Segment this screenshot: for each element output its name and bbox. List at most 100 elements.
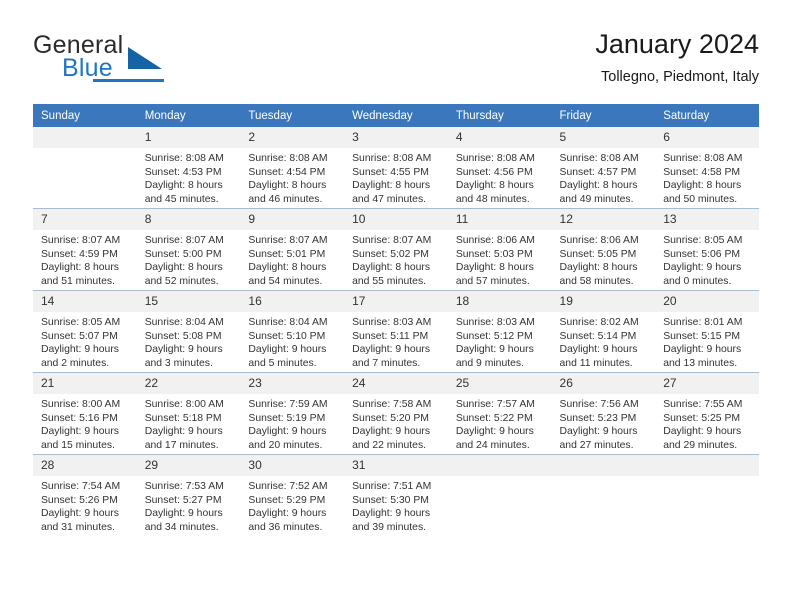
calendar-day-cell[interactable]: 27 Sunrise: 7:55 AM Sunset: 5:25 PM Dayligh… [655, 372, 759, 455]
calendar-day-cell[interactable]: 9 Sunrise: 8:07 AM Sunset: 5:01 PM Daylight… [240, 208, 345, 291]
sunset-text: Sunset: 4:55 PM [352, 166, 429, 178]
sunset-text: Sunset: 5:27 PM [144, 494, 222, 506]
calendar-day-cell[interactable]: 8 Sunrise: 8:07 AM Sunset: 5:00 PM Daylight… [136, 208, 241, 291]
sunset-text: Sunset: 5:22 PM [455, 412, 533, 424]
calendar-day-cell[interactable]: 1 Sunrise: 8:08 AM Sunset: 4:53 PM Daylight… [136, 127, 241, 209]
daylight-text: and 22 minutes. [352, 439, 427, 451]
daylight-text: and 47 minutes. [352, 193, 427, 205]
calendar-day-cell[interactable]: 11 Sunrise: 8:06 AM Sunset: 5:03 PM Dayligh… [447, 208, 552, 291]
daylight-text: Daylight: 9 hours [248, 426, 327, 438]
sunrise-text: Sunrise: 8:05 AM [663, 235, 743, 246]
daylight-text: and 13 minutes. [663, 357, 738, 369]
daylight-text: Daylight: 9 hours [248, 344, 327, 356]
calendar-day-cell[interactable]: 20 Sunrise: 8:01 AM Sunset: 5:15 PM Dayligh… [655, 290, 759, 373]
calendar-day-cell[interactable]: 25 Sunrise: 7:57 AM Sunset: 5:22 PM Dayligh… [447, 372, 552, 455]
daylight-text: and 55 minutes. [352, 275, 427, 287]
calendar-day-cell[interactable]: 19 Sunrise: 8:02 AM Sunset: 5:14 PM Dayligh… [551, 290, 656, 373]
daylight-text: and 9 minutes. [455, 357, 524, 369]
sunset-text: Sunset: 5:00 PM [144, 248, 222, 260]
sunrise-text: Sunrise: 7:51 AM [352, 481, 432, 492]
calendar-day-cell[interactable]: 24 Sunrise: 7:58 AM Sunset: 5:20 PM Dayligh… [344, 372, 448, 455]
daylight-text: Daylight: 9 hours [144, 344, 223, 356]
day-number: 29 [136, 455, 241, 476]
daylight-text: and 49 minutes. [559, 193, 634, 205]
daylight-text: Daylight: 9 hours [559, 426, 638, 438]
day-number: 27 [655, 373, 759, 394]
day-details: Sunrise: 7:53 AM Sunset: 5:27 PM Daylight:… [137, 476, 241, 534]
sunset-text: Sunset: 5:02 PM [352, 248, 429, 260]
calendar-day-cell[interactable]: 12 Sunrise: 8:06 AM Sunset: 5:05 PM Dayligh… [551, 208, 656, 291]
sunrise-text: Sunrise: 8:00 AM [41, 399, 121, 410]
daylight-text: and 50 minutes. [663, 193, 738, 205]
sunrise-sunset-calendar: Sunday Monday Tuesday Wednesday Thursday… [33, 104, 759, 536]
calendar-day-cell[interactable]: 29 Sunrise: 7:53 AM Sunset: 5:27 PM Dayligh… [136, 454, 241, 536]
calendar-day-cell[interactable]: 31 Sunrise: 7:51 AM Sunset: 5:30 PM Dayligh… [344, 454, 448, 536]
calendar-header-row: Sunday Monday Tuesday Wednesday Thursday… [33, 104, 759, 127]
calendar-day-cell[interactable]: 14 Sunrise: 8:05 AM Sunset: 5:07 PM Dayligh… [33, 290, 137, 373]
calendar-day-cell[interactable]: 23 Sunrise: 7:59 AM Sunset: 5:19 PM Dayligh… [240, 372, 345, 455]
calendar-day-cell[interactable]: 18 Sunrise: 8:03 AM Sunset: 5:12 PM Dayligh… [447, 290, 552, 373]
day-number: 19 [551, 291, 656, 312]
calendar-day-cell[interactable]: 22 Sunrise: 8:00 AM Sunset: 5:18 PM Dayligh… [136, 372, 241, 455]
sunset-text: Sunset: 4:58 PM [663, 166, 741, 178]
calendar-week-row: 14 Sunrise: 8:05 AM Sunset: 5:07 PM Dayligh… [33, 290, 759, 373]
calendar-day-cell[interactable]: 4 Sunrise: 8:08 AM Sunset: 4:56 PM Daylight… [447, 127, 552, 209]
day-number: 21 [33, 373, 137, 394]
day-details: Sunrise: 8:02 AM Sunset: 5:14 PM Daylight:… [552, 312, 656, 370]
day-number: 10 [344, 209, 448, 230]
calendar-day-cell-empty [655, 454, 759, 536]
calendar-day-cell[interactable]: 30 Sunrise: 7:52 AM Sunset: 5:29 PM Dayligh… [240, 454, 345, 536]
sunrise-text: Sunrise: 8:08 AM [455, 153, 535, 164]
calendar-day-cell[interactable]: 6 Sunrise: 8:08 AM Sunset: 4:58 PM Daylight… [655, 127, 759, 209]
calendar-day-cell[interactable]: 13 Sunrise: 8:05 AM Sunset: 5:06 PM Dayligh… [655, 208, 759, 291]
calendar-day-cell[interactable]: 15 Sunrise: 8:04 AM Sunset: 5:08 PM Dayligh… [136, 290, 241, 373]
sunset-text: Sunset: 5:08 PM [144, 330, 222, 342]
sunset-text: Sunset: 5:16 PM [41, 412, 118, 424]
sunset-text: Sunset: 5:25 PM [663, 412, 741, 424]
logo-text-blue: Blue [62, 54, 113, 82]
day-number: 8 [136, 209, 241, 230]
day-number: 31 [344, 455, 448, 476]
calendar-day-cell[interactable]: 21 Sunrise: 8:00 AM Sunset: 5:16 PM Dayligh… [33, 372, 137, 455]
daylight-text: and 11 minutes. [559, 357, 633, 369]
calendar-day-cell[interactable]: 5 Sunrise: 8:08 AM Sunset: 4:57 PM Daylight… [551, 127, 656, 209]
daylight-text: Daylight: 8 hours [144, 262, 223, 274]
page-title: January 2024 [595, 29, 759, 59]
day-details: Sunrise: 8:07 AM Sunset: 4:59 PM Daylight:… [33, 230, 137, 288]
calendar-day-cell[interactable]: 28 Sunrise: 7:54 AM Sunset: 5:26 PM Dayligh… [33, 454, 137, 536]
calendar-day-cell[interactable]: 10 Sunrise: 8:07 AM Sunset: 5:02 PM Dayligh… [344, 208, 448, 291]
day-details: Sunrise: 7:55 AM Sunset: 5:25 PM Daylight:… [655, 394, 759, 452]
day-details: Sunrise: 8:08 AM Sunset: 4:56 PM Daylight:… [448, 148, 552, 206]
calendar-week-row: 7 Sunrise: 8:07 AM Sunset: 4:59 PM Daylight… [33, 208, 759, 291]
day-number: 11 [447, 209, 552, 230]
daylight-text: Daylight: 9 hours [248, 508, 327, 520]
calendar-day-cell[interactable]: 26 Sunrise: 7:56 AM Sunset: 5:23 PM Dayligh… [551, 372, 656, 455]
weekday-header-wednesday: Wednesday [344, 104, 448, 127]
daylight-text: Daylight: 8 hours [559, 262, 638, 274]
weekday-header-tuesday: Tuesday [240, 104, 345, 127]
sunrise-text: Sunrise: 8:08 AM [559, 153, 639, 164]
day-details: Sunrise: 8:08 AM Sunset: 4:55 PM Daylight:… [344, 148, 448, 206]
day-number: 26 [551, 373, 656, 394]
sunrise-text: Sunrise: 8:06 AM [559, 235, 639, 246]
day-details: Sunrise: 8:08 AM Sunset: 4:58 PM Daylight:… [655, 148, 759, 206]
daylight-text: Daylight: 9 hours [455, 426, 534, 438]
day-number: 17 [344, 291, 448, 312]
day-number [551, 455, 656, 476]
calendar-day-cell[interactable]: 3 Sunrise: 8:08 AM Sunset: 4:55 PM Daylight… [344, 127, 448, 209]
calendar-day-cell[interactable]: 2 Sunrise: 8:08 AM Sunset: 4:54 PM Daylight… [240, 127, 345, 209]
sunset-text: Sunset: 5:07 PM [41, 330, 118, 342]
day-number: 1 [136, 127, 241, 148]
calendar-day-cell[interactable]: 16 Sunrise: 8:04 AM Sunset: 5:10 PM Dayligh… [240, 290, 345, 373]
daylight-text: and 24 minutes. [455, 439, 530, 451]
day-number: 12 [551, 209, 656, 230]
sunrise-text: Sunrise: 8:06 AM [455, 235, 535, 246]
general-blue-logo[interactable]: General Blue [33, 32, 223, 88]
day-details: Sunrise: 8:04 AM Sunset: 5:10 PM Daylight:… [240, 312, 344, 370]
day-details: Sunrise: 8:00 AM Sunset: 5:16 PM Daylight:… [33, 394, 137, 452]
day-details: Sunrise: 7:51 AM Sunset: 5:30 PM Daylight:… [344, 476, 448, 534]
calendar-day-cell[interactable]: 7 Sunrise: 8:07 AM Sunset: 4:59 PM Daylight… [33, 208, 137, 291]
sunset-text: Sunset: 5:01 PM [248, 248, 326, 260]
calendar-day-cell[interactable]: 17 Sunrise: 8:03 AM Sunset: 5:11 PM Dayligh… [344, 290, 448, 373]
sunset-text: Sunset: 4:59 PM [41, 248, 118, 260]
